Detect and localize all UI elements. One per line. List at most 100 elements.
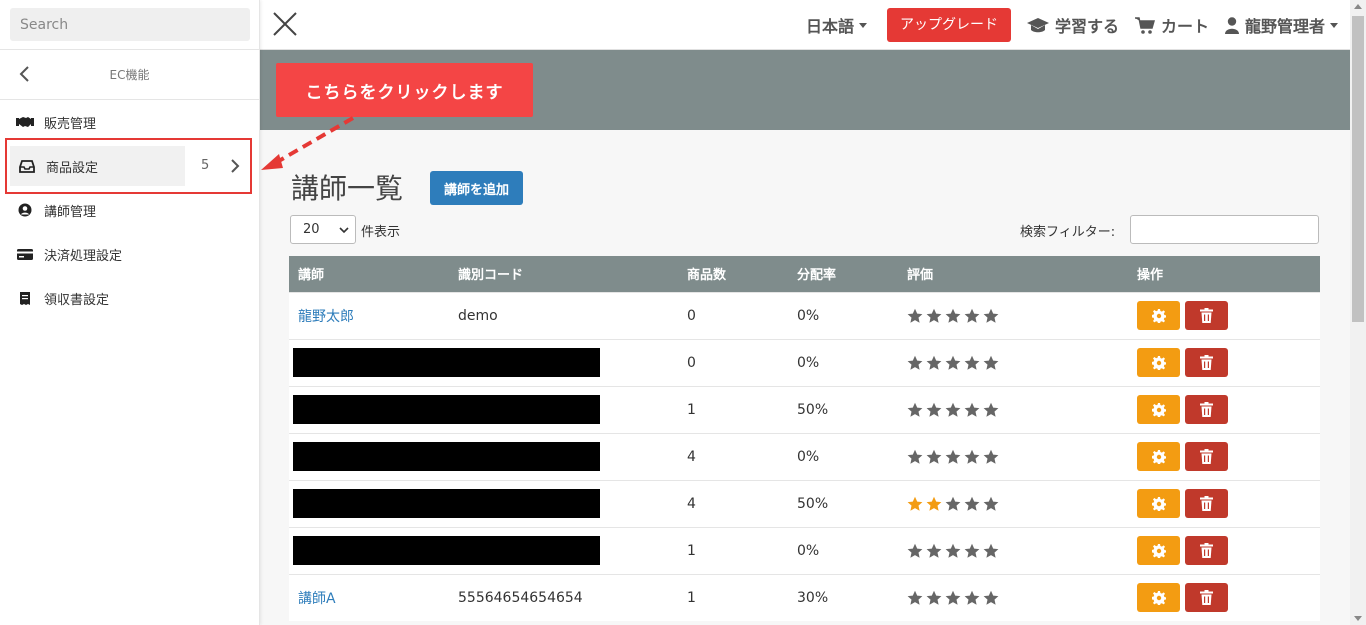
cart-icon <box>1134 16 1155 34</box>
delete-button[interactable] <box>1185 301 1228 330</box>
settings-button[interactable] <box>1137 301 1180 330</box>
table-row: 4 50% <box>289 479 1320 527</box>
star-icon <box>945 496 961 511</box>
star-icon <box>907 590 923 605</box>
nav-right: 日本語 アップグレード 学習する カート 龍野管理者 <box>790 8 1338 42</box>
star-icon <box>926 308 942 323</box>
gear-icon <box>1151 308 1166 323</box>
chevron-down-icon <box>339 227 349 234</box>
rating-cell <box>898 432 1128 480</box>
learn-link[interactable]: 学習する <box>1026 13 1119 37</box>
rating-stars <box>907 543 1128 559</box>
actions-cell <box>1128 291 1320 339</box>
scroll-up-icon[interactable] <box>1354 4 1362 9</box>
trash-icon <box>1200 496 1213 511</box>
star-icon <box>945 590 961 605</box>
product-count-cell: 4 <box>678 479 788 527</box>
delete-button[interactable] <box>1185 536 1228 565</box>
user-dropdown[interactable]: 龍野管理者 <box>1224 13 1338 37</box>
instructor-name-cell <box>289 526 678 574</box>
credit-card-icon <box>16 247 34 261</box>
star-icon <box>945 449 961 464</box>
column-header[interactable]: 講師 <box>289 256 449 292</box>
star-icon <box>926 590 942 605</box>
delete-button[interactable] <box>1185 489 1228 518</box>
page-length-value: 20 <box>303 222 320 237</box>
column-header[interactable]: 分配率 <box>788 256 898 292</box>
settings-button[interactable] <box>1137 442 1180 471</box>
actions-cell <box>1128 526 1320 574</box>
scrollbar-thumb[interactable] <box>1352 16 1364 322</box>
star-icon <box>983 496 999 511</box>
star-icon <box>926 355 942 370</box>
settings-button[interactable] <box>1137 395 1180 424</box>
sidebar-menu: 販売管理 商品設定 5 講師管理 決済処理設定 領収書設定 <box>0 100 259 320</box>
inbox-icon <box>18 159 36 173</box>
delete-button[interactable] <box>1185 583 1228 613</box>
table-row: 1 50% <box>289 385 1320 433</box>
star-icon <box>983 590 999 605</box>
redacted-block <box>293 395 600 424</box>
instructor-link[interactable]: 講師A <box>298 591 336 607</box>
page-length-label: 件表示 <box>361 225 401 240</box>
instructor-code: demo <box>458 307 498 324</box>
actions-cell <box>1128 479 1320 527</box>
cart-link[interactable]: カート <box>1134 13 1209 37</box>
code-cell: demo <box>449 291 678 339</box>
trash-icon <box>1200 402 1213 417</box>
column-header[interactable]: 商品数 <box>678 256 788 292</box>
language-dropdown[interactable]: 日本語 <box>806 13 867 37</box>
star-icon <box>907 449 923 464</box>
redacted-block <box>293 536 600 565</box>
sidebar-item-label: 講師管理 <box>44 204 97 220</box>
delete-button[interactable] <box>1185 395 1228 424</box>
page-length-select[interactable]: 20 <box>290 215 356 244</box>
instructor-link[interactable]: 龍野太郎 <box>298 309 354 325</box>
delete-button[interactable] <box>1185 348 1228 377</box>
learn-label: 学習する <box>1054 17 1119 36</box>
sidebar-item-label: 商品設定 <box>46 160 99 176</box>
gear-icon <box>1151 355 1166 370</box>
instructor-code: 55564654654654 <box>458 589 583 606</box>
settings-button[interactable] <box>1137 583 1180 613</box>
scroll-down-icon[interactable] <box>1354 616 1362 621</box>
search-input[interactable] <box>10 8 250 41</box>
share-rate-cell: 50% <box>788 385 898 433</box>
close-icon[interactable] <box>272 11 298 37</box>
settings-button[interactable] <box>1137 348 1180 377</box>
instructor-table: 講師 識別コード 商品数 分配率 評価 操作 龍野太郎 demo 0 0% 0 0% 1 50… <box>289 256 1320 621</box>
star-icon <box>945 402 961 417</box>
table-row: 講師A 55564654654654 1 30% <box>289 573 1320 621</box>
rating-stars <box>907 496 1128 512</box>
actions-cell <box>1128 432 1320 480</box>
gear-icon <box>1151 543 1166 558</box>
user-label: 龍野管理者 <box>1244 17 1325 36</box>
settings-button[interactable] <box>1137 536 1180 565</box>
column-header[interactable]: 識別コード <box>449 256 678 292</box>
chevron-right-icon[interactable] <box>228 157 242 175</box>
column-header: 操作 <box>1128 256 1320 292</box>
table-row: 4 0% <box>289 432 1320 480</box>
rating-cell <box>898 385 1128 433</box>
share-rate-cell: 0% <box>788 526 898 574</box>
rating-stars <box>907 402 1128 418</box>
page-scrollbar[interactable] <box>1350 0 1366 625</box>
sidebar-item-receipt[interactable]: 領収書設定 <box>0 276 259 320</box>
sidebar-item-instructors[interactable]: 講師管理 <box>0 188 259 232</box>
trash-icon <box>1200 308 1213 323</box>
rating-cell <box>898 573 1128 621</box>
sidebar-item-product-settings[interactable]: 商品設定 5 <box>6 144 259 188</box>
table-header-row: 講師 識別コード 商品数 分配率 評価 操作 <box>289 256 1320 292</box>
sidebar-item-payment[interactable]: 決済処理設定 <box>0 232 259 276</box>
caret-down-icon <box>1330 22 1338 28</box>
search-filter-input[interactable] <box>1130 215 1319 244</box>
column-header[interactable]: 評価 <box>898 256 1128 292</box>
share-rate-cell: 0% <box>788 291 898 339</box>
delete-button[interactable] <box>1185 442 1228 471</box>
gear-icon <box>1151 590 1166 605</box>
settings-button[interactable] <box>1137 489 1180 518</box>
add-instructor-button[interactable]: 講師を追加 <box>430 171 524 205</box>
sidebar-item-sales[interactable]: 販売管理 <box>0 100 259 144</box>
trash-icon <box>1200 449 1213 464</box>
upgrade-button[interactable]: アップグレード <box>886 8 1011 42</box>
